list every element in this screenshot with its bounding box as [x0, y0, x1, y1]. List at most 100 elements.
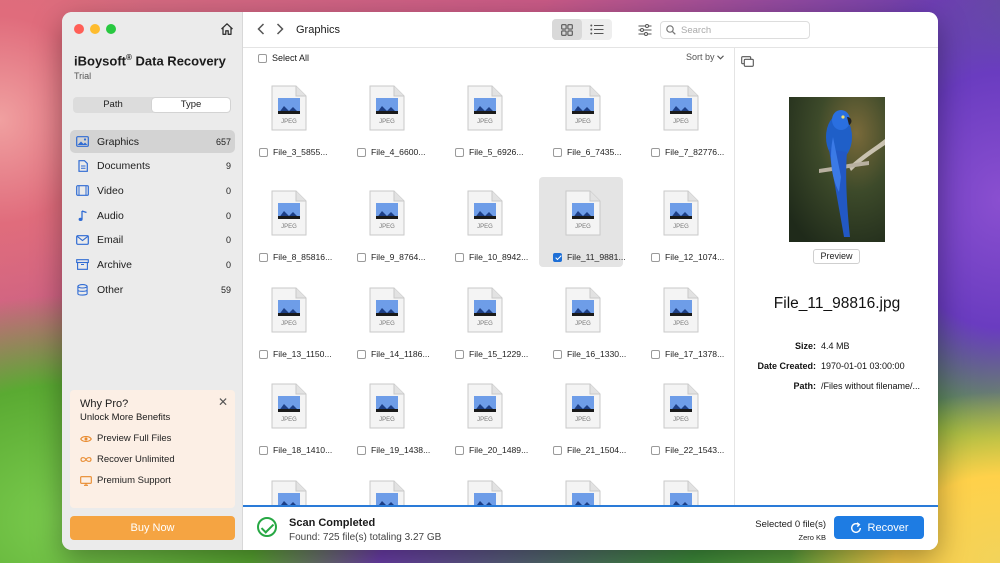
- file-tile[interactable]: JPEG: [343, 467, 427, 505]
- file-tile[interactable]: JPEG File_11_9881...: [539, 177, 626, 267]
- grid-view-button[interactable]: [552, 19, 582, 40]
- jpeg-file-icon: JPEG: [467, 287, 503, 333]
- promo-item-support: Premium Support: [80, 475, 225, 486]
- recover-button[interactable]: Recover: [834, 516, 924, 539]
- file-checkbox[interactable]: [651, 252, 660, 262]
- list-icon: [590, 24, 604, 35]
- file-tile[interactable]: JPEG File_16_1330...: [539, 274, 627, 364]
- file-tile[interactable]: JPEG File_6_7435...: [539, 72, 623, 162]
- preview-button[interactable]: Preview: [813, 249, 860, 264]
- file-checkbox[interactable]: [357, 147, 366, 157]
- file-tile[interactable]: JPEG File_22_1543...: [637, 370, 724, 460]
- file-tile[interactable]: JPEG File_9_8764...: [343, 177, 427, 267]
- tab-path[interactable]: Path: [74, 98, 152, 112]
- file-checkbox[interactable]: [455, 445, 464, 455]
- file-checkbox[interactable]: [357, 349, 366, 359]
- filter-sliders-icon[interactable]: [638, 23, 652, 41]
- file-type-label: JPEG: [673, 321, 689, 327]
- file-tile[interactable]: JPEG File_4_6600...: [343, 72, 427, 162]
- file-tile[interactable]: JPEG File_17_1378...: [637, 274, 724, 364]
- file-tile[interactable]: JPEG File_14_1186...: [343, 274, 430, 364]
- sidebar-item-email[interactable]: Email 0: [70, 229, 235, 252]
- file-tile[interactable]: JPEG File_19_1438...: [343, 370, 430, 460]
- preview-file-name: File_11_98816.jpg: [773, 295, 901, 312]
- select-all[interactable]: Select All: [258, 53, 309, 63]
- file-tile[interactable]: JPEG: [539, 467, 623, 505]
- file-tile[interactable]: JPEG File_7_82776...: [637, 72, 724, 162]
- file-checkbox[interactable]: [651, 147, 660, 157]
- home-icon[interactable]: [220, 22, 234, 36]
- file-name: File_13_1150...: [273, 349, 332, 359]
- tab-type[interactable]: Type: [152, 98, 230, 112]
- file-checkbox[interactable]: [553, 349, 562, 359]
- preview-panel: Preview File_11_98816.jpg Size: 4.4 MB Da…: [734, 48, 938, 505]
- file-checkbox[interactable]: [455, 349, 464, 359]
- file-checkbox[interactable]: [553, 445, 562, 455]
- toolbar: Graphics: [243, 12, 938, 48]
- toggle-preview-panel-icon[interactable]: [741, 54, 754, 72]
- minimize-window-button[interactable]: [90, 24, 100, 34]
- file-checkbox[interactable]: [259, 445, 268, 455]
- zoom-window-button[interactable]: [106, 24, 116, 34]
- sort-by-dropdown[interactable]: Sort by: [686, 52, 724, 62]
- sidebar-item-audio[interactable]: Audio 0: [70, 204, 235, 227]
- sidebar-item-video[interactable]: Video 0: [70, 179, 235, 202]
- file-tile[interactable]: JPEG File_21_1504...: [539, 370, 626, 460]
- file-tile[interactable]: JPEG: [245, 467, 329, 505]
- file-checkbox[interactable]: [259, 147, 268, 157]
- file-tile[interactable]: JPEG File_13_1150...: [245, 274, 332, 364]
- file-checkbox[interactable]: [651, 349, 660, 359]
- view-toggle: [552, 19, 612, 40]
- file-tile[interactable]: JPEG File_8_85816...: [245, 177, 332, 267]
- sidebar-item-other[interactable]: Other 59: [70, 278, 235, 301]
- file-tile[interactable]: JPEG File_5_6926...: [441, 72, 525, 162]
- jpeg-file-icon: JPEG: [369, 190, 405, 236]
- file-tile[interactable]: JPEG File_15_1229...: [441, 274, 528, 364]
- buy-now-button[interactable]: Buy Now: [70, 516, 235, 540]
- file-name: File_14_1186...: [371, 349, 430, 359]
- file-name-row: File_21_1504...: [553, 445, 626, 455]
- file-tile[interactable]: JPEG File_3_5855...: [245, 72, 329, 162]
- file-tile[interactable]: JPEG: [637, 467, 721, 505]
- sidebar-item-documents[interactable]: Documents 9: [70, 155, 235, 178]
- file-checkbox[interactable]: [357, 445, 366, 455]
- file-checkbox[interactable]: [259, 252, 268, 262]
- file-name: File_16_1330...: [567, 349, 627, 359]
- close-icon[interactable]: ✕: [218, 395, 228, 409]
- file-checkbox[interactable]: [455, 147, 464, 157]
- promo-title: Why Pro?: [80, 398, 129, 410]
- file-tile[interactable]: JPEG: [441, 467, 525, 505]
- jpeg-file-icon: JPEG: [467, 383, 503, 429]
- search-field: [660, 21, 810, 39]
- select-all-checkbox[interactable]: [258, 53, 267, 63]
- file-name: File_4_6600...: [371, 147, 426, 157]
- promo-item-unlimited: Recover Unlimited: [80, 454, 225, 465]
- file-tile[interactable]: JPEG File_10_8942...: [441, 177, 528, 267]
- file-checkbox[interactable]: [553, 252, 562, 262]
- file-tile[interactable]: JPEG File_12_1074...: [637, 177, 724, 267]
- file-type-label: JPEG: [281, 119, 297, 125]
- jpeg-file-icon: JPEG: [467, 85, 503, 131]
- file-name-row: File_18_1410...: [259, 445, 332, 455]
- file-tile[interactable]: JPEG File_20_1489...: [441, 370, 529, 460]
- file-name: File_20_1489...: [469, 445, 529, 455]
- file-type-label: JPEG: [379, 417, 395, 423]
- search-icon: [666, 25, 676, 35]
- sidebar-item-archive[interactable]: Archive 0: [70, 253, 235, 276]
- file-tile[interactable]: JPEG File_18_1410...: [245, 370, 332, 460]
- file-checkbox[interactable]: [259, 349, 268, 359]
- close-window-button[interactable]: [74, 24, 84, 34]
- file-checkbox[interactable]: [651, 445, 660, 455]
- file-checkbox[interactable]: [455, 252, 464, 262]
- jpeg-file-icon: JPEG: [369, 383, 405, 429]
- forward-chevron-icon[interactable]: [276, 22, 284, 38]
- list-view-button[interactable]: [582, 19, 612, 40]
- file-name-row: File_5_6926...: [455, 147, 523, 157]
- search-input[interactable]: [681, 24, 801, 36]
- file-type-label: JPEG: [477, 321, 493, 327]
- back-chevron-icon[interactable]: [257, 22, 265, 38]
- file-checkbox[interactable]: [357, 252, 366, 262]
- file-name-row: File_14_1186...: [357, 349, 430, 359]
- sidebar-item-graphics[interactable]: Graphics 657: [70, 130, 235, 153]
- file-checkbox[interactable]: [553, 147, 562, 157]
